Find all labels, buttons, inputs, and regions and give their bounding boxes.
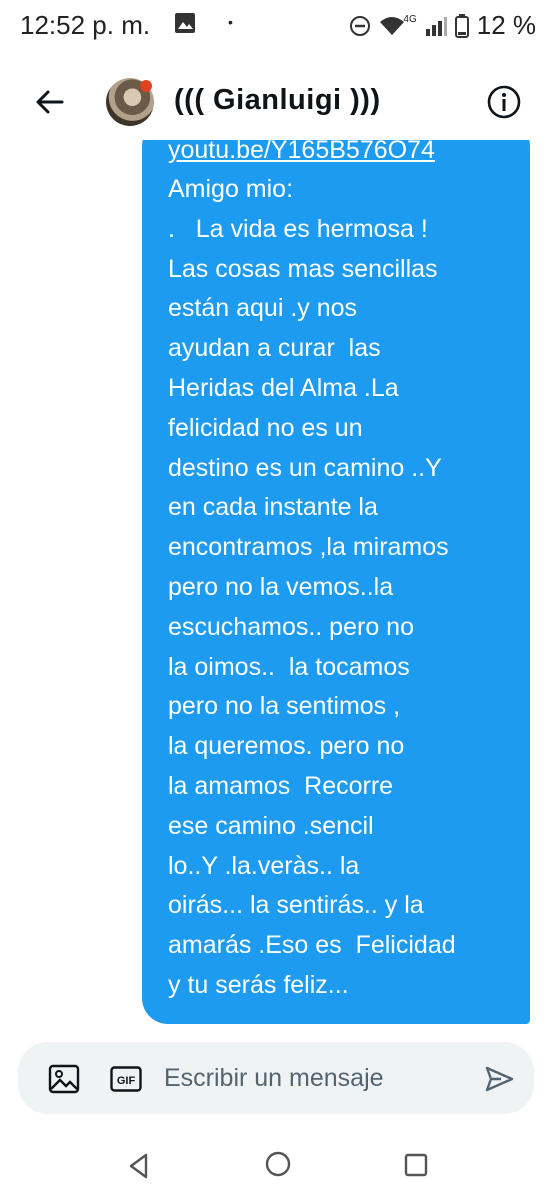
- message-line: la queremos. pero no: [168, 732, 405, 761]
- network-type: 4G: [403, 14, 417, 25]
- message-line: Las cosas mas sencillas: [168, 254, 438, 283]
- message-line: encontramos ,la miramos: [168, 533, 449, 562]
- message-line: Heridas del Alma .La: [168, 374, 399, 402]
- gif-icon[interactable]: GIF: [110, 1066, 142, 1092]
- send-icon[interactable]: [484, 1064, 514, 1094]
- message-line: en cada instante la: [168, 493, 378, 522]
- alarm-icon: [350, 15, 371, 36]
- message-line: pero no la sentimos ,: [168, 692, 401, 721]
- message-link[interactable]: youtu.be/Y165B576O74: [168, 140, 435, 165]
- nav-recents-icon[interactable]: [404, 1152, 428, 1178]
- message-line: escuchamos.. pero no: [168, 612, 414, 641]
- info-icon[interactable]: [486, 84, 522, 120]
- message-line: felicidad no es un: [168, 413, 363, 442]
- system-nav-bar: [0, 1140, 554, 1200]
- message-line: la amamos Recorre: [168, 772, 394, 800]
- message-line: . La vida es hermosa !: [168, 214, 428, 243]
- conversation-area[interactable]: youtu.be/Y165B576O74 Amigo mio: . La vida…: [0, 140, 554, 1030]
- status-bar: 12:52 p. m. • 4G 12 %: [0, 0, 554, 54]
- gallery-notification-icon: [175, 13, 195, 33]
- message-composer: GIF Escribir un mensaje: [18, 1042, 534, 1114]
- status-dot: •: [228, 14, 233, 30]
- nav-home-icon[interactable]: [264, 1150, 292, 1178]
- message-input[interactable]: Escribir un mensaje: [164, 1064, 384, 1093]
- message-line: oirás... la sentirás.. y la: [168, 891, 424, 920]
- back-arrow-icon[interactable]: [32, 84, 68, 120]
- gif-label: GIF: [117, 1075, 136, 1087]
- status-time: 12:52 p. m.: [20, 10, 151, 40]
- status-icons: 4G 12 %: [349, 10, 536, 41]
- conversation-header: ((( Gianluigi ))): [0, 66, 554, 138]
- message-line: amarás .Eso es Felicidad: [168, 931, 456, 960]
- message-line: Amigo mio:: [168, 175, 294, 203]
- nav-back-icon[interactable]: [126, 1152, 152, 1180]
- message-line: ayudan a curar las: [168, 334, 381, 363]
- message-line: lo..Y .la.veràs.. la: [168, 851, 360, 880]
- message-line: y tu serás feliz...: [168, 971, 349, 999]
- battery-icon: [454, 13, 469, 38]
- signal-icon: [425, 16, 447, 36]
- battery-level: 12 %: [476, 10, 536, 40]
- message-line: la oimos.. la tocamos: [168, 652, 410, 681]
- wifi-icon: [380, 16, 405, 35]
- contact-name[interactable]: ((( Gianluigi ))): [174, 84, 381, 117]
- image-icon[interactable]: [48, 1064, 80, 1094]
- message-line: pero no la vemos..la: [168, 573, 394, 601]
- message-line: destino es un camino ..Y: [168, 453, 442, 482]
- message-line: ese camino .sencil: [168, 811, 374, 840]
- message-line: están aqui .y nos: [168, 294, 358, 323]
- avatar-badge: [140, 80, 152, 92]
